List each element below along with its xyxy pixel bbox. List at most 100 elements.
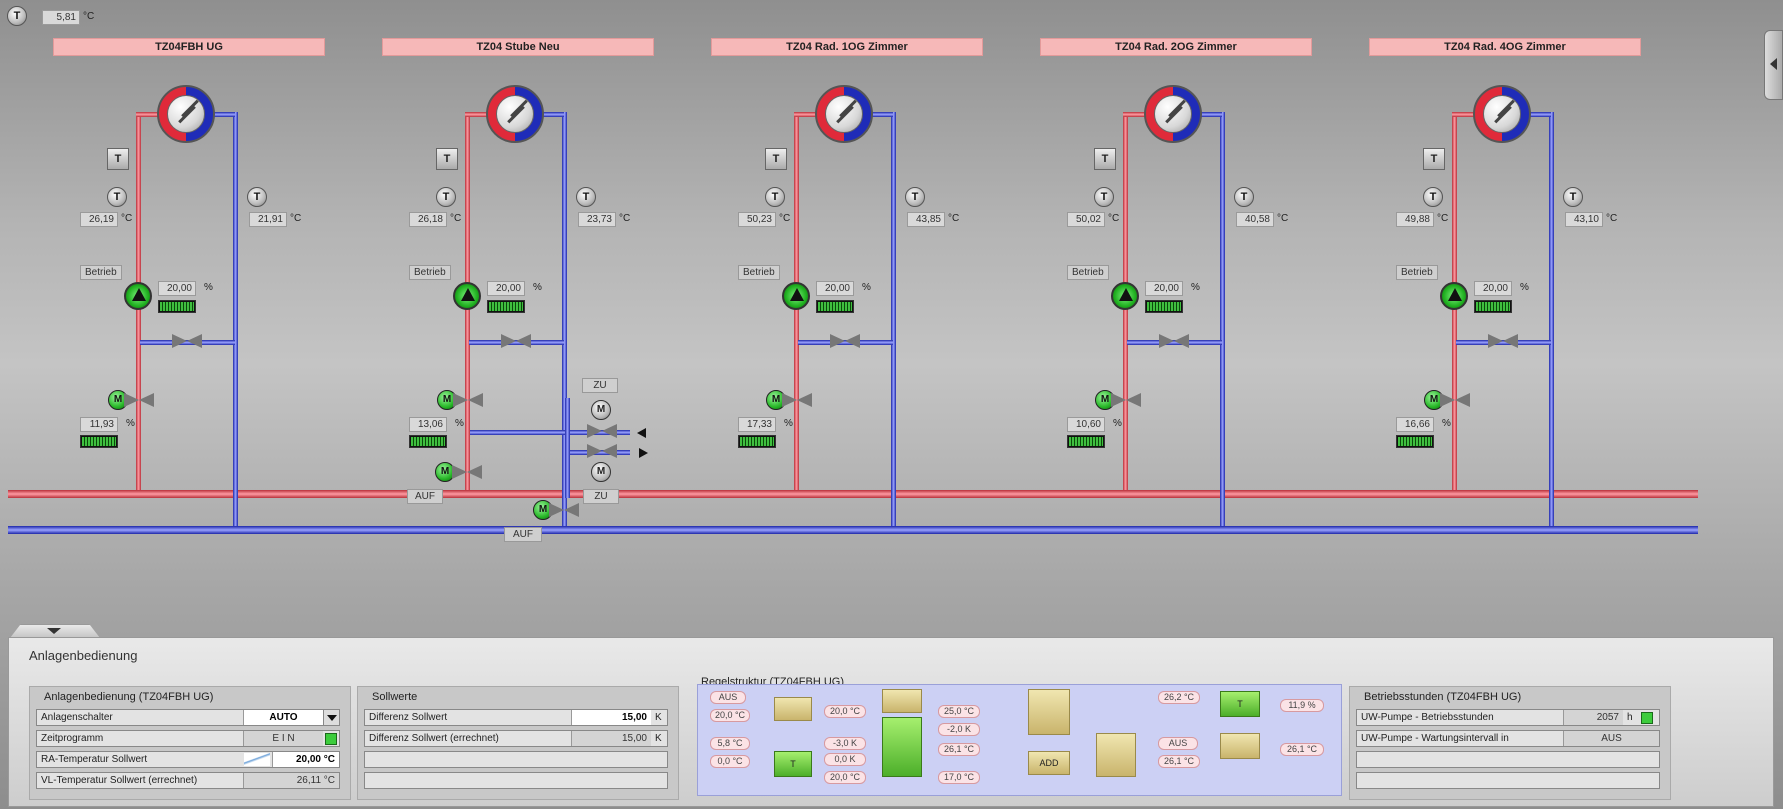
bypass-valve-icon[interactable]: [172, 332, 202, 350]
hysteresis-block-2[interactable]: [1220, 733, 1260, 759]
zeitprogramm-status-icon[interactable]: [325, 732, 337, 747]
control-value[interactable]: AUS: [1158, 737, 1198, 750]
return-temp-sensor-icon[interactable]: T: [576, 187, 596, 207]
control-value[interactable]: 0,0 K: [824, 753, 866, 766]
return-temp-value: 21,91: [249, 212, 287, 227]
circulation-pump-icon[interactable]: [124, 282, 152, 310]
control-value[interactable]: 25,0 °C: [938, 705, 980, 718]
flow-temp-sensor-icon[interactable]: T: [436, 187, 456, 207]
control-value[interactable]: 5,8 °C: [710, 737, 750, 750]
temp-sensor-square-icon[interactable]: T: [765, 148, 787, 170]
control-value[interactable]: AUS: [710, 691, 746, 704]
bypass-valve-icon[interactable]: [830, 332, 860, 350]
temp-sensor-square-icon[interactable]: T: [1423, 148, 1445, 170]
operation-section: Anlagenbedienung (TZ04FBH UG) Anlagensch…: [29, 686, 351, 800]
curve-icon[interactable]: [244, 753, 270, 766]
control-value[interactable]: -3,0 K: [824, 737, 866, 750]
control-value[interactable]: 11,9 %: [1280, 699, 1324, 712]
add-block[interactable]: ADD: [1028, 751, 1070, 775]
radiator-icon[interactable]: [1144, 85, 1202, 143]
control-valve-icon[interactable]: [124, 391, 154, 409]
control-value[interactable]: 20,0 °C: [710, 709, 750, 722]
control-value[interactable]: 26,1 °C: [1280, 743, 1324, 756]
t-block-2[interactable]: T: [1220, 691, 1260, 717]
circulation-pump-icon[interactable]: [1440, 282, 1468, 310]
ra-temp-value[interactable]: 20,00 °C: [272, 752, 339, 767]
control-panel: Anlagenbedienung Anlagenbedienung (TZ04F…: [8, 637, 1774, 807]
return-temp-sensor-icon[interactable]: T: [1234, 187, 1254, 207]
main-return-pipe: [8, 526, 1698, 534]
betriebsstunden-status-icon[interactable]: [1641, 711, 1653, 726]
row-differenz-sollwert[interactable]: Differenz Sollwert 15,00 K: [364, 709, 668, 726]
outdoor-temp-value: 5,81: [42, 10, 80, 25]
circulation-pump-icon[interactable]: [453, 282, 481, 310]
bypass-valve-icon[interactable]: [1488, 332, 1518, 350]
radiator-icon[interactable]: [157, 85, 215, 143]
t-block-1[interactable]: T: [774, 751, 812, 777]
mixer-valve-top-icon[interactable]: [587, 422, 617, 440]
return-temp-unit: °C: [290, 213, 302, 224]
circuit-return-pipe: [233, 112, 238, 526]
flow-temp-sensor-icon[interactable]: T: [1094, 187, 1114, 207]
return-temp-sensor-icon[interactable]: T: [905, 187, 925, 207]
flow-temp-value: 50,23: [738, 212, 776, 227]
row-differenz-errechnet: Differenz Sollwert (errechnet) 15,00 K: [364, 730, 668, 747]
circulation-pump-icon[interactable]: [782, 282, 810, 310]
mixer-motor-top-icon[interactable]: M: [591, 400, 611, 420]
circuit-title: TZ04 Rad. 4OG Zimmer: [1369, 38, 1641, 56]
control-valve-icon[interactable]: [453, 391, 483, 409]
valve-percent-unit: %: [784, 418, 793, 429]
control-value[interactable]: -2,0 K: [938, 723, 980, 736]
control-value[interactable]: 0,0 °C: [710, 755, 750, 768]
flow-temp-sensor-icon[interactable]: T: [765, 187, 785, 207]
mixer-valve-2-icon[interactable]: [452, 463, 482, 481]
return-temp-sensor-icon[interactable]: T: [247, 187, 267, 207]
return-temp-unit: °C: [948, 213, 960, 224]
dropdown-arrow-icon[interactable]: [323, 710, 339, 725]
wartungsintervall-value: AUS: [1563, 731, 1659, 746]
panel-title: Anlagenbedienung: [29, 648, 138, 663]
switch-block[interactable]: [882, 717, 922, 777]
control-value[interactable]: 17,0 °C: [938, 771, 980, 784]
differenz-sollwert-value[interactable]: 15,00: [571, 710, 651, 725]
temp-sensor-square-icon[interactable]: T: [1094, 148, 1116, 170]
control-value[interactable]: 20,0 °C: [824, 705, 866, 718]
return-temp-sensor-icon[interactable]: T: [1563, 187, 1583, 207]
radiator-icon[interactable]: [815, 85, 873, 143]
control-value[interactable]: 26,1 °C: [938, 743, 980, 756]
flow-temp-sensor-icon[interactable]: T: [107, 187, 127, 207]
ra-temp-label: RA-Temperatur Sollwert: [41, 754, 148, 765]
control-valve-icon[interactable]: [782, 391, 812, 409]
outdoor-temp-sensor-icon[interactable]: T: [7, 6, 27, 26]
mixer-motor-bottom-icon[interactable]: M: [591, 462, 611, 482]
hysteresis-block[interactable]: [774, 697, 812, 721]
control-valve-icon[interactable]: [1440, 391, 1470, 409]
control-value[interactable]: 26,1 °C: [1158, 755, 1200, 768]
betriebsstunden-value: 2057: [1563, 710, 1623, 725]
circulation-pump-icon[interactable]: [1111, 282, 1139, 310]
bypass-valve-icon[interactable]: [501, 332, 531, 350]
mixer-valve-3-icon[interactable]: [549, 501, 579, 519]
radiator-icon[interactable]: [1473, 85, 1531, 143]
pump-level-bar: [487, 300, 525, 313]
row-anlagenschalter[interactable]: Anlagenschalter AUTO: [36, 709, 340, 726]
control-value[interactable]: 20,0 °C: [824, 771, 866, 784]
temp-sensor-square-icon[interactable]: T: [436, 148, 458, 170]
xz-block[interactable]: [1028, 689, 1070, 735]
temp-sensor-square-icon[interactable]: T: [107, 148, 129, 170]
flow-temp-value: 49,88: [1396, 212, 1434, 227]
select-block[interactable]: [1096, 733, 1136, 777]
bypass-valve-icon[interactable]: [1159, 332, 1189, 350]
row-ra-temp-sollwert[interactable]: RA-Temperatur Sollwert 20,00 °C: [36, 751, 340, 768]
zeitprogramm-label: Zeitprogramm: [41, 733, 104, 744]
control-value[interactable]: 26,2 °C: [1158, 691, 1200, 704]
radiator-icon[interactable]: [486, 85, 544, 143]
anlagenschalter-label: Anlagenschalter: [41, 712, 113, 723]
mixer-valve-bottom-icon[interactable]: [587, 442, 617, 460]
anlagenschalter-select[interactable]: AUTO: [243, 710, 323, 725]
circuit-title: TZ04 Rad. 2OG Zimmer: [1040, 38, 1312, 56]
limit-block[interactable]: [882, 689, 922, 713]
flow-temp-sensor-icon[interactable]: T: [1423, 187, 1443, 207]
row-zeitprogramm[interactable]: Zeitprogramm E I N: [36, 730, 340, 747]
control-valve-icon[interactable]: [1111, 391, 1141, 409]
